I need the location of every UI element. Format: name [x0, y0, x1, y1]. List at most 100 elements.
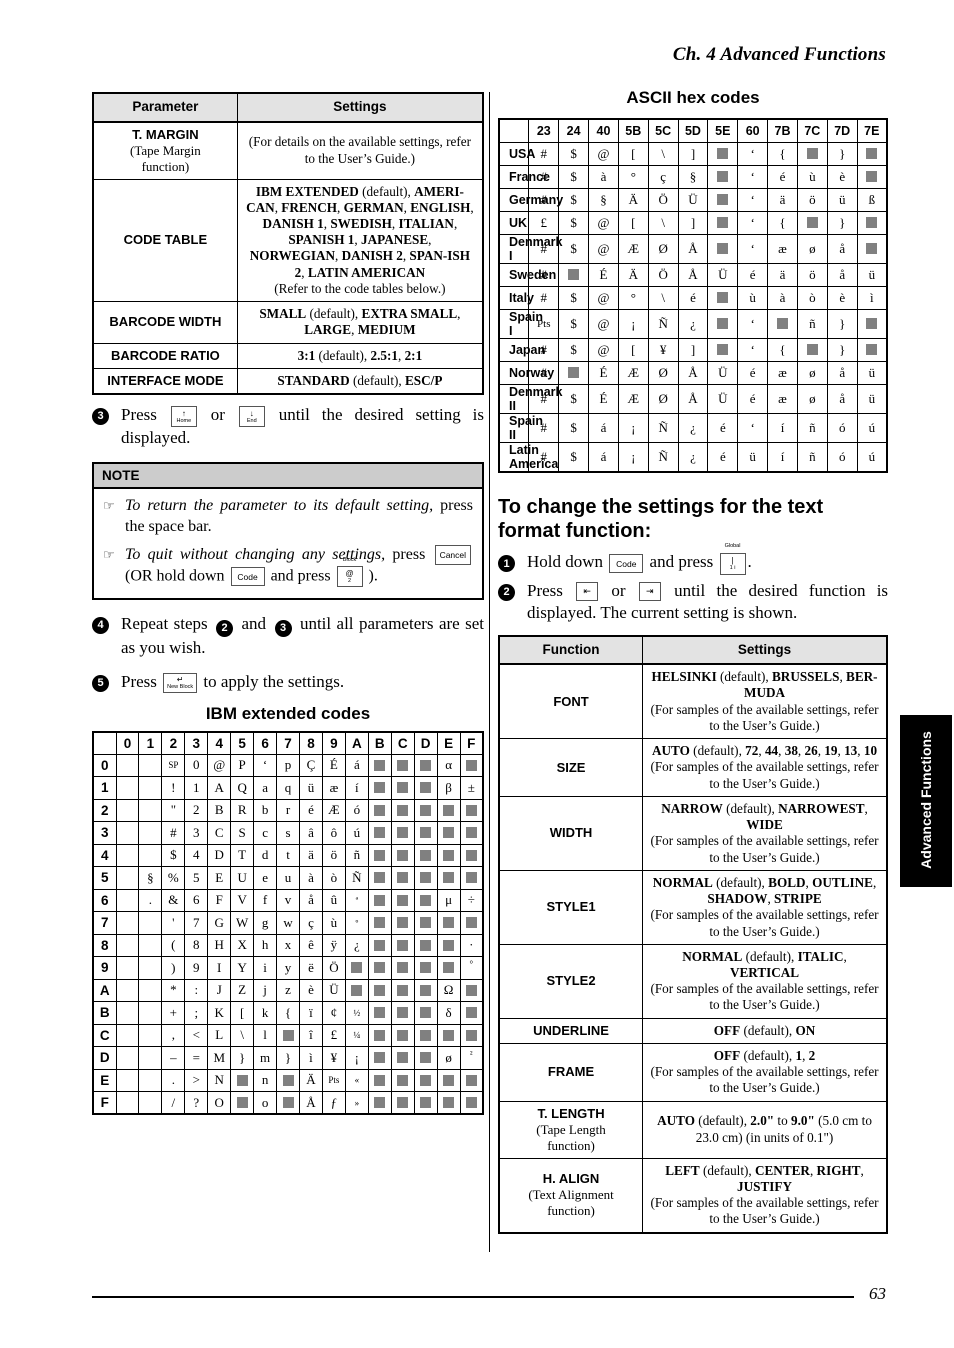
- ascii-code-cell: é: [737, 360, 769, 385]
- ibm-code-cell: [367, 1046, 392, 1070]
- ibm-row-header: B: [92, 1001, 117, 1025]
- table-row: France # $ à ° ç § ‘é ù è: [498, 164, 888, 189]
- ibm-row-header: 3: [92, 821, 117, 845]
- ibm-col-header: 5: [230, 731, 255, 755]
- row-settings: NORMAL (default), ITALIC, VERTICAL (For s…: [642, 943, 888, 1019]
- ascii-code-cell: [558, 262, 590, 287]
- key-block[interactable]: @ 2: [336, 565, 363, 588]
- ibm-code-cell: ú: [344, 821, 369, 845]
- ascii-code-cell: å: [826, 262, 858, 287]
- ibm-code-cell: [367, 843, 392, 868]
- table-row: E. > Nn Ä Pts «: [92, 1068, 484, 1093]
- ibm-code-cell: K: [207, 1001, 232, 1025]
- ibm-code-cell: V: [230, 888, 255, 913]
- ibm-code-cell: [115, 1023, 140, 1048]
- ascii-code-cell: ì: [856, 285, 888, 310]
- ibm-code-cell: æ: [321, 776, 346, 800]
- ibm-code-cell: [413, 821, 438, 845]
- key-global[interactable]: | 1 i: [719, 553, 746, 575]
- ibm-code-cell: §: [138, 866, 163, 890]
- ibm-col-header: 4: [207, 731, 232, 755]
- row-label: WIDTH: [498, 795, 644, 871]
- table-row: CODE TABLE IBM EXTENDED (default), AMERI-…: [92, 178, 484, 303]
- ascii-code-cell: Ø: [647, 233, 679, 264]
- ascii-code-cell: Ö: [647, 187, 679, 212]
- ibm-code-cell: z: [276, 978, 300, 1003]
- ascii-code-cell: [796, 337, 828, 362]
- ascii-code-cell: æ: [767, 383, 798, 414]
- ibm-code-cell: r: [276, 798, 300, 823]
- ascii-code-cell: ü: [856, 383, 888, 414]
- ibm-code-cell: [138, 1001, 163, 1025]
- ibm-code-cell: ·: [459, 933, 484, 958]
- step-number-2: 2: [498, 583, 515, 601]
- ascii-code-cell: §: [677, 164, 709, 189]
- row-label: UNDERLINE: [498, 1017, 644, 1044]
- ascii-hex-codes-table: 23 24 40 5B 5C 5D 5E 60 7B 7C 7D 7E USA # $ @[\] ‘{} Fra…: [498, 118, 888, 473]
- note-item-2-mid: (OR hold down: [125, 567, 225, 585]
- ascii-code-cell: è: [826, 164, 858, 189]
- ibm-code-cell: v: [276, 888, 300, 913]
- ibm-code-cell: [138, 1068, 163, 1093]
- key-next-function[interactable]: ⇥: [638, 582, 661, 602]
- table-row: F /? Oo Åƒ»: [92, 1091, 484, 1115]
- ibm-code-cell: ,: [161, 1023, 186, 1048]
- key-home[interactable]: ↑ Home: [170, 405, 197, 427]
- ibm-code-cell: ?: [184, 1091, 209, 1115]
- ascii-code-cell: ‘: [737, 164, 769, 189]
- ibm-code-cell: H: [207, 933, 232, 958]
- pointing-hand-icon: ☞: [103, 498, 115, 514]
- ascii-code-cell: ]: [677, 337, 709, 362]
- ibm-code-cell: [413, 933, 438, 958]
- ascii-code-cell: å: [826, 233, 858, 264]
- ibm-code-cell: @: [207, 753, 232, 778]
- ibm-corner-cell: [92, 731, 117, 755]
- ibm-code-cell: 9: [184, 956, 209, 980]
- ibm-col-header: 7: [276, 731, 300, 755]
- key-code[interactable]: Code: [230, 566, 265, 587]
- ibm-code-cell: ô: [321, 821, 346, 845]
- key-end-arrow: ↓: [249, 408, 254, 418]
- tf2-before: Press: [527, 580, 563, 600]
- row-settings: STANDARD (default), ESC/P: [236, 367, 484, 395]
- ibm-code-cell: [367, 776, 392, 800]
- ascii-code-cell: ù: [796, 164, 828, 189]
- ascii-code-cell: ¿: [677, 441, 709, 472]
- ascii-col-header: 40: [588, 118, 619, 143]
- key-prev-function[interactable]: ⇤: [576, 582, 599, 602]
- ascii-code-cell: @: [588, 141, 619, 166]
- ibm-code-cell: [459, 978, 484, 1003]
- textformat-step-1-text: Hold down Code and press Global | 1 i .: [527, 543, 888, 575]
- ibm-code-cell: g: [253, 911, 278, 935]
- key-code[interactable]: Code: [609, 553, 644, 574]
- ibm-code-cell: ¼: [344, 1023, 369, 1048]
- ibm-code-cell: –: [161, 1046, 186, 1070]
- key-cancel[interactable]: Cancel: [434, 545, 472, 565]
- ibm-code-cell: [436, 1023, 461, 1048]
- step-4: 4 Repeat steps 2 and 3 until all paramet…: [92, 613, 484, 659]
- ibm-code-cell: w: [276, 911, 300, 935]
- key-end[interactable]: ↓ End: [238, 405, 265, 427]
- col-header-settings: Settings: [642, 635, 888, 666]
- step-4-text: Repeat steps 2 and 3 until all parameter…: [121, 613, 484, 659]
- table-row: USA # $ @[\] ‘{}: [498, 141, 888, 166]
- ascii-code-cell: ù: [737, 285, 769, 310]
- ascii-code-cell: Ñ: [647, 308, 679, 339]
- ibm-code-cell: [115, 933, 140, 958]
- ibm-code-cell: [436, 933, 461, 958]
- pointing-hand-icon: ☞: [103, 546, 115, 562]
- key-block-cap: Block: [342, 556, 357, 563]
- key-new-block[interactable]: ↵ New Block: [163, 673, 198, 694]
- ascii-code-cell: Ø: [647, 383, 679, 414]
- ibm-code-cell: Ñ: [344, 866, 369, 890]
- ibm-code-cell: μ: [436, 888, 461, 913]
- ascii-code-cell: ñ: [796, 412, 828, 443]
- table-row: 0 SP 0 @ P ‘p Ç Éá α: [92, 753, 484, 778]
- ibm-col-header: F: [459, 731, 484, 755]
- ibm-code-cell: /: [161, 1091, 186, 1115]
- ibm-code-cell: Æ: [321, 798, 346, 823]
- ascii-code-cell: [: [617, 141, 649, 166]
- ascii-code-cell: ü: [826, 187, 858, 212]
- ascii-country-label: USA: [498, 141, 535, 166]
- ascii-code-cell: é: [677, 285, 709, 310]
